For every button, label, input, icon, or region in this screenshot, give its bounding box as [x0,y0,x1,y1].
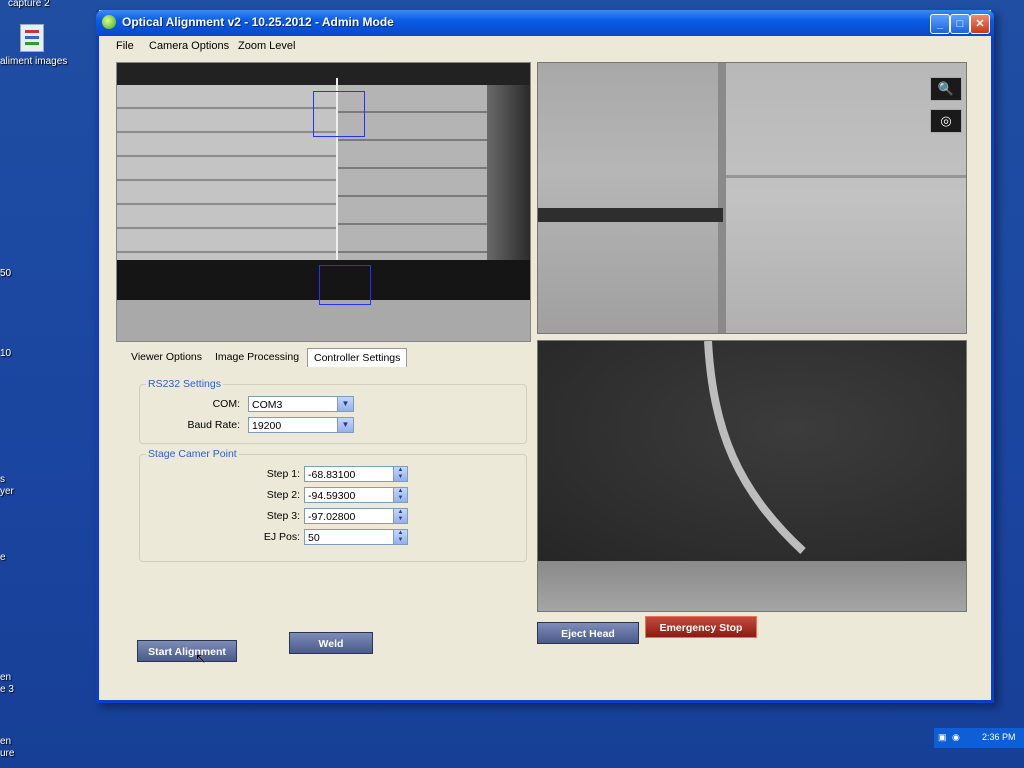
com-select[interactable]: COM3 ▼ [248,396,354,412]
camera-zoom-view-bottom[interactable] [537,340,967,612]
group-title: RS232 Settings [146,378,223,390]
app-icon [102,15,116,29]
baud-rate-value: 19200 [252,420,282,432]
desktop-edge-label: 10 [0,348,12,359]
target-button[interactable]: ◎ [930,109,962,133]
tab-image-processing[interactable]: Image Processing [209,348,305,366]
desktop-icon-label: aliment images [0,56,68,67]
step-3-value: -97.02800 [308,511,356,523]
magnifier-plus-icon: 🔍 [937,81,955,96]
camera-main-view[interactable] [116,62,531,342]
minimize-button[interactable]: _ [930,14,950,34]
volume-icon[interactable]: ◉ [952,732,960,743]
spinner-arrows-icon[interactable]: ▲ ▼ [393,488,407,502]
baud-rate-select[interactable]: 19200 ▼ [248,417,354,433]
com-value: COM3 [252,399,283,411]
step-1-label: Step 1: [266,468,300,480]
image-band [726,175,966,178]
ej-pos-label: EJ Pos: [263,531,300,543]
chevron-down-icon[interactable]: ▼ [337,418,353,432]
step-1-input[interactable]: -68.83100 ▲ ▼ [304,466,408,482]
baud-rate-label: Baud Rate: [187,419,240,431]
camera-zoom-view-top[interactable]: 🔍 ◎ [537,62,967,334]
desktop-edge-label: yer [0,486,14,497]
group-title: Stage Camer Point [146,448,239,460]
eject-head-button[interactable]: Eject Head [537,622,639,644]
network-icon[interactable]: ▣ [938,732,947,743]
tab-viewer-options[interactable]: Viewer Options [125,348,208,366]
menu-camera-options[interactable]: Camera Options [149,40,229,52]
step-3-input[interactable]: -97.02800 ▲ ▼ [304,508,408,524]
spinner-arrows-icon[interactable]: ▲ ▼ [393,467,407,481]
desktop-icon-label: capture 2 [8,0,50,9]
roi-box-bottom[interactable] [319,265,371,305]
menu-zoom-level[interactable]: Zoom Level [238,40,295,52]
system-tray: ▣ ◉ 2:36 PM [934,728,1024,748]
com-label: COM: [212,398,240,410]
image-band [117,63,530,85]
close-button[interactable]: ✕ [970,14,990,34]
zoom-in-button[interactable]: 🔍 [930,77,962,101]
menu-file[interactable]: File [116,40,134,52]
desktop-edge-label: ure [0,748,15,759]
desktop-edge-label: e 3 [0,684,14,695]
step-2-label: Step 2: [266,489,300,501]
spinner-arrows-icon[interactable]: ▲ ▼ [393,530,407,544]
image-band [718,63,726,333]
desktop-edge-label: en [0,672,12,683]
mouse-cursor-icon: ↖ [195,650,207,666]
emergency-stop-button[interactable]: Emergency Stop [645,616,757,638]
ej-pos-value: 50 [308,532,320,544]
menu-bar: File Camera Options Zoom Level [99,36,991,56]
window-title: Optical Alignment v2 - 10.25.2012 - Admi… [122,15,394,29]
target-icon: ◎ [940,113,952,128]
chevron-down-icon[interactable]: ▼ [337,397,353,411]
fiber-curve [704,341,806,554]
spinner-arrows-icon[interactable]: ▲ ▼ [393,509,407,523]
desktop-edge-label: e [0,552,6,563]
title-bar[interactable]: Optical Alignment v2 - 10.25.2012 - Admi… [96,10,994,36]
step-2-input[interactable]: -94.59300 ▲ ▼ [304,487,408,503]
rs232-settings-group: RS232 Settings COM: COM3 ▼ Baud Rate: 19… [139,378,527,444]
app-window: Optical Alignment v2 - 10.25.2012 - Admi… [96,10,994,703]
image-band [726,63,966,333]
controller-settings-panel: RS232 Settings COM: COM3 ▼ Baud Rate: 19… [125,368,529,628]
image-band [117,300,530,341]
clock[interactable]: 2:36 PM [982,732,1016,742]
step-2-value: -94.59300 [308,490,356,502]
desktop-edge-label: en [0,736,12,747]
step-3-label: Step 3: [266,510,300,522]
image-band [538,63,718,333]
weld-button[interactable]: Weld [289,632,373,654]
ej-pos-input[interactable]: 50 ▲ ▼ [304,529,408,545]
desktop-edge-label: s [0,474,5,485]
step-1-value: -68.83100 [308,469,356,481]
image-band [538,208,723,222]
stage-camera-point-group: Stage Camer Point Step 1: -68.83100 ▲ ▼ S… [139,448,527,562]
start-alignment-button[interactable]: Start Alignment [137,640,237,662]
desktop-edge-label: 50 [0,268,12,279]
tab-controller-settings[interactable]: Controller Settings [307,348,408,367]
roi-box-top[interactable] [313,91,365,137]
maximize-button[interactable]: □ [950,14,970,34]
document-icon [20,24,44,52]
